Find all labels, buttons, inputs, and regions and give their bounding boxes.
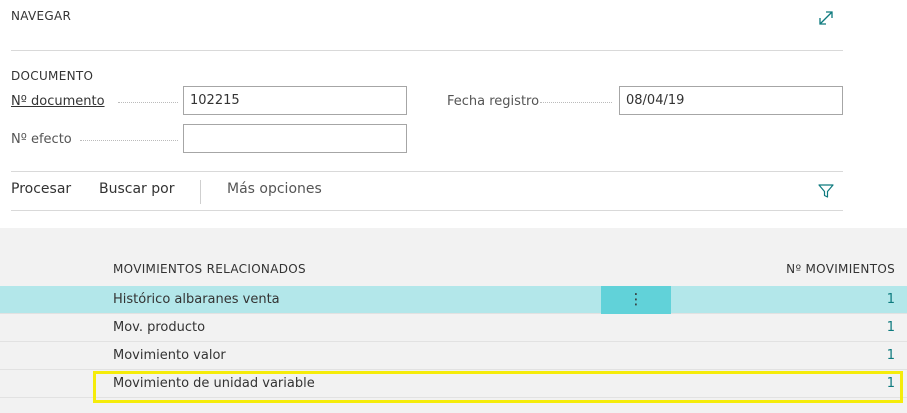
posting-date-field[interactable]	[619, 86, 843, 115]
divider	[11, 171, 843, 172]
entry-name: Movimiento valor	[113, 348, 226, 363]
entry-name: Histórico albaranes venta	[113, 292, 280, 307]
action-separator	[200, 180, 201, 204]
entry-count[interactable]: 1	[887, 348, 895, 363]
entry-count[interactable]: 1	[887, 292, 895, 307]
entry-count[interactable]: 1	[887, 320, 895, 335]
filter-icon[interactable]	[817, 182, 835, 200]
doc-number-field[interactable]	[183, 86, 407, 115]
entry-name: Mov. producto	[113, 320, 206, 335]
navigate-title: NAVEGAR	[11, 9, 72, 23]
table-header: MOVIMIENTOS RELACIONADOS Nº MOVIMIENTOS	[0, 254, 907, 284]
divider	[11, 50, 843, 51]
divider	[11, 210, 843, 211]
posting-date-leader	[540, 102, 612, 103]
table-row[interactable]: Movimiento de unidad variable 1	[0, 370, 907, 398]
process-action[interactable]: Procesar	[11, 181, 71, 197]
entry-count[interactable]: 1	[887, 376, 895, 391]
row-menu-icon[interactable]: ⋮	[601, 286, 671, 314]
doc-number-leader	[118, 102, 178, 103]
effect-number-leader	[80, 140, 178, 141]
column-header-count[interactable]: Nº MOVIMIENTOS	[786, 262, 895, 276]
table-row[interactable]: Mov. producto 1	[0, 314, 907, 342]
more-options-action[interactable]: Más opciones	[227, 181, 322, 197]
find-by-action[interactable]: Buscar por	[99, 181, 174, 197]
table-row[interactable]: Movimiento valor 1	[0, 342, 907, 370]
column-header-name[interactable]: MOVIMIENTOS RELACIONADOS	[113, 262, 306, 276]
expand-icon[interactable]	[817, 9, 835, 27]
doc-number-label[interactable]: Nº documento	[11, 94, 105, 109]
posting-date-label: Fecha registro	[447, 94, 540, 109]
entry-name: Movimiento de unidad variable	[113, 376, 315, 391]
effect-number-label: Nº efecto	[11, 132, 72, 147]
effect-number-field[interactable]	[183, 124, 407, 153]
document-title: DOCUMENTO	[11, 69, 94, 83]
table-row[interactable]: Histórico albaranes venta ⋮ 1	[0, 286, 907, 314]
